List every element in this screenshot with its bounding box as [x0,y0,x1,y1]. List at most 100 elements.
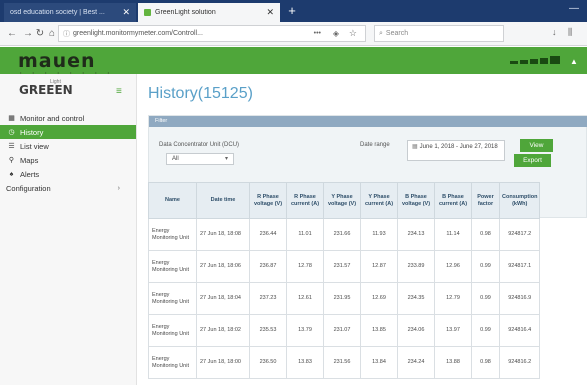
sidebar-item-list-view[interactable]: ☰ List view [0,139,136,153]
filter-heading: Filter [149,116,587,127]
cell-value: 237.23 [249,282,287,315]
column-header[interactable]: Name [148,182,197,219]
cell-value: 231.07 [323,314,361,347]
column-header[interactable]: B Phase current (A) [434,182,472,219]
new-tab-icon[interactable]: + [285,4,299,18]
hamburger-icon[interactable]: ≡ [116,86,122,97]
browser-tab-greenlight[interactable]: GreenLight solution ✕ [138,3,280,22]
cell-value: 0.99 [471,250,500,283]
page-title: History(15125) [148,85,253,102]
sidebar-item-label: Configuration [6,183,51,193]
cell-value: 12.69 [360,282,398,315]
sidebar-item-configuration[interactable]: Configuration › [0,181,136,195]
sidebar-item-label: Alerts [20,169,40,179]
library-icon[interactable]: ⫼ [568,27,572,38]
cell-value: 11.14 [434,218,472,251]
column-header[interactable]: Y Phase current (A) [360,182,398,219]
minimize-icon[interactable]: — [569,3,579,14]
view-button[interactable]: View [520,139,553,152]
sidebar-item-alerts[interactable]: ♠ Alerts [0,167,136,181]
dcu-select[interactable]: All ▾ [166,153,234,165]
table-row: Energy Monitoring Unit 27 Jun 18, 18:08 … [148,218,541,251]
cell-name: Energy Monitoring Unit [148,250,197,283]
tab-label: GreenLight solution [155,9,216,16]
cell-value: 236.50 [249,346,287,379]
close-tab-icon[interactable]: ✕ [266,7,274,18]
cell-datetime: 27 Jun 18, 18:08 [196,218,250,251]
cell-value: 0.98 [471,346,500,379]
browser-nav-bar: ← → ↻ ⌂ ⓘ greenlight.monitormymeter.com/… [0,22,587,46]
address-bar[interactable]: ⓘ greenlight.monitormymeter.com/Controll… [58,25,366,42]
bell-icon: ♠ [9,170,14,178]
cell-value: 13.84 [360,346,398,379]
date-range-value: June 1, 2018 - June 27, 2018 [419,144,498,150]
logo: mauen [18,50,96,72]
chevron-right-icon: › [117,184,120,192]
downloads-icon[interactable]: ↓ [552,27,557,37]
page-actions-icon[interactable]: ••• [314,30,321,37]
sidebar-item-label: Maps [20,155,39,165]
column-header[interactable]: R Phase current (A) [286,182,324,219]
date-range-label: Date range [360,142,390,148]
cell-datetime: 27 Jun 18, 18:06 [196,250,250,283]
sidebar-item-label: History [20,127,44,137]
back-icon[interactable]: ← [4,26,20,42]
column-header[interactable]: Date time [196,182,250,219]
cell-value: 12.96 [434,250,472,283]
search-placeholder: Search [385,30,409,37]
cell-name: Energy Monitoring Unit [148,346,197,379]
chevron-down-icon: ▾ [224,156,228,162]
sidebar-item-monitor-and-control[interactable]: ▦ Monitor and control [0,111,136,125]
table-row: Energy Monitoring Unit 27 Jun 18, 18:00 … [148,346,541,379]
sidebar-item-history[interactable]: ◷ History [0,125,136,139]
column-header[interactable]: Consumption (kWh) [498,182,541,219]
brand-name: GREEEN [19,83,73,97]
pocket-icon[interactable]: ◈ [333,29,339,38]
map-pin-icon: ⚲ [8,157,15,164]
cell-value: 13.88 [434,346,472,379]
table-row: Energy Monitoring Unit 27 Jun 18, 18:02 … [148,314,541,347]
calendar-icon: ▦ [412,144,418,150]
user-menu-icon[interactable]: ▲ [570,57,578,66]
lock-icon: ⓘ [63,30,70,38]
cell-value: 0.99 [471,314,500,347]
bookmark-star-icon[interactable]: ☆ [349,28,357,39]
column-header[interactable]: Power factor [471,182,500,219]
cell-value: 12.61 [286,282,324,315]
cell-value: 0.99 [471,282,500,315]
sidebar-item-maps[interactable]: ⚲ Maps [0,153,136,167]
date-range-input[interactable]: ▦ June 1, 2018 - June 27, 2018 [407,140,505,161]
cell-value: 231.56 [323,346,361,379]
cell-name: Energy Monitoring Unit [148,218,197,251]
cell-value: 236.44 [249,218,287,251]
dcu-label: Data Concentrator Unit (DCU) [159,142,240,148]
browser-search-input[interactable]: ⌕ Search [374,25,504,42]
column-header[interactable]: B Phase voltage (V) [397,182,435,219]
grid-icon: ▦ [8,115,15,122]
cell-value: 0.98 [471,218,500,251]
clock-icon: ◷ [8,129,15,136]
tab-label: osd education society | Best ... [10,9,105,16]
cell-value: 234.13 [397,218,435,251]
cell-value: 11.93 [360,218,398,251]
cell-value: 12.79 [434,282,472,315]
cell-value: 924817.1 [498,250,541,283]
search-icon: ⌕ [379,29,383,37]
brand-sub: Light [50,79,61,85]
browser-tab-osd[interactable]: osd education society | Best ... ✕ [4,3,136,22]
cell-value: 235.53 [249,314,287,347]
cell-value: 234.35 [397,282,435,315]
column-header[interactable]: R Phase voltage (V) [249,182,287,219]
signal-bars-icon [510,56,562,64]
column-header[interactable]: Y Phase voltage (V) [323,182,361,219]
cell-value: 12.87 [360,250,398,283]
cell-value: 231.66 [323,218,361,251]
cell-value: 13.97 [434,314,472,347]
cell-value: 13.83 [286,346,324,379]
history-table: Name Date time R Phase voltage (V) R Pha… [148,182,541,379]
cell-value: 924816.9 [498,282,541,315]
cell-value: 234.06 [397,314,435,347]
export-button[interactable]: Export [514,154,551,167]
close-tab-icon[interactable]: ✕ [122,7,130,18]
cell-value: 231.57 [323,250,361,283]
